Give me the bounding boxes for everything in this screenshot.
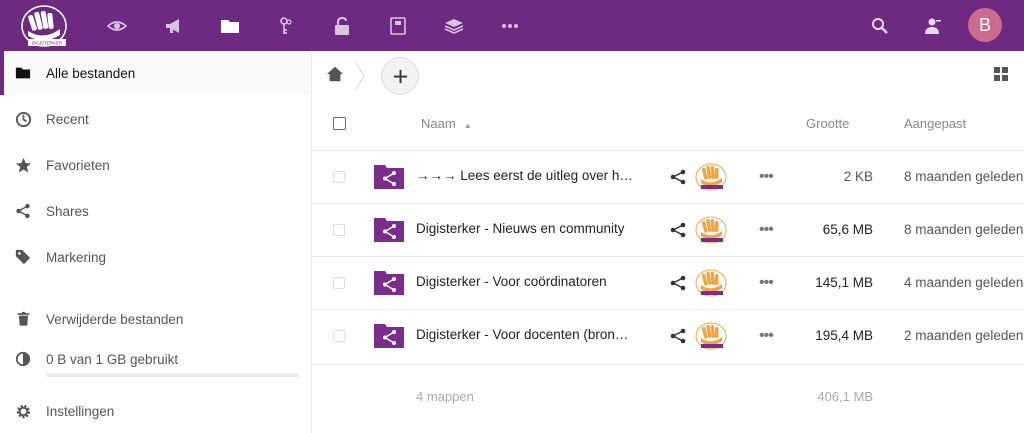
share-icon[interactable] xyxy=(670,169,686,185)
sidebar-item-recent[interactable]: Recent xyxy=(0,97,311,141)
app-navigation: Alle bestanden Recent Favorieten Shares … xyxy=(0,51,312,433)
share-icon xyxy=(14,202,32,220)
contacts-icon[interactable] xyxy=(920,13,946,39)
shared-folder-icon xyxy=(374,269,404,295)
share-icon[interactable] xyxy=(670,275,686,291)
file-size: 195,4 MB xyxy=(815,328,873,343)
sidebar-item-label: Favorieten xyxy=(46,157,110,173)
owner-avatar-icon xyxy=(695,268,727,298)
table-summary-row: 4 mappen 406,1 MB xyxy=(312,364,1024,404)
folder-icon xyxy=(14,64,32,82)
sidebar-item-label: Alle bestanden xyxy=(46,65,136,81)
row-actions-icon[interactable]: ••• xyxy=(759,222,777,238)
sidebar-item-shares[interactable]: Shares xyxy=(0,189,311,233)
file-size: 65,6 MB xyxy=(822,222,873,237)
table-row[interactable]: →→→ Lees eerst de uitleg over het delen … xyxy=(312,150,1024,203)
files-main: Naam ▲ Grootte Aangepast →→→ Lees eerst d… xyxy=(312,51,1024,433)
breadcrumb-separator xyxy=(354,61,366,91)
file-modified: 8 maanden geleden xyxy=(904,222,1024,237)
stack-icon[interactable] xyxy=(441,13,467,39)
star-icon xyxy=(14,156,32,174)
shared-folder-icon xyxy=(374,216,404,242)
owner-avatar-icon xyxy=(695,321,727,351)
column-header-name[interactable]: Naam ▲ xyxy=(421,116,472,131)
row-checkbox[interactable] xyxy=(333,171,345,183)
eye-icon[interactable] xyxy=(104,13,130,39)
trash-icon xyxy=(14,310,32,328)
top-header: DIGISTERKER B xyxy=(0,0,1024,51)
gear-icon xyxy=(14,402,32,420)
grid-view-toggle[interactable] xyxy=(993,66,1009,82)
total-size: 406,1 MB xyxy=(817,389,873,404)
clock-icon xyxy=(14,110,32,128)
file-name[interactable]: Digisterker - Voor coördinatoren xyxy=(416,274,638,289)
keys-icon[interactable] xyxy=(273,13,299,39)
column-header-size[interactable]: Grootte xyxy=(806,116,849,131)
sidebar-item-label: Shares xyxy=(46,203,89,219)
share-icon[interactable] xyxy=(670,222,686,238)
share-icon[interactable] xyxy=(670,328,686,344)
quota-text: 0 B van 1 GB gebruikt xyxy=(46,351,179,367)
table-row[interactable]: Digisterker - Nieuws en community ••• 65… xyxy=(312,203,1024,256)
table-row[interactable]: Digisterker - Voor docenten (bronmateria… xyxy=(312,309,1024,362)
sidebar-item-favorites[interactable]: Favorieten xyxy=(0,143,311,187)
grid-icon xyxy=(994,67,1008,81)
tag-icon xyxy=(14,248,32,266)
search-icon[interactable] xyxy=(867,13,893,39)
row-actions-icon[interactable]: ••• xyxy=(759,169,777,185)
row-actions-icon[interactable]: ••• xyxy=(759,275,777,291)
digisterker-logo[interactable]: DIGISTERKER xyxy=(20,3,70,49)
file-name[interactable]: Digisterker - Voor docenten (bronmateria… xyxy=(416,327,638,342)
select-all-checkbox[interactable] xyxy=(333,117,346,130)
sidebar-item-label: Recent xyxy=(46,111,89,127)
file-modified: 2 maanden geleden xyxy=(904,328,1024,343)
sidebar-item-label: Instellingen xyxy=(46,403,115,419)
owner-avatar-icon xyxy=(695,215,727,245)
table-row[interactable]: Digisterker - Voor coördinatoren ••• 145… xyxy=(312,256,1024,309)
owner-avatar-icon xyxy=(695,162,727,192)
row-checkbox[interactable] xyxy=(333,224,345,236)
user-avatar[interactable]: B xyxy=(968,8,1002,42)
row-actions-icon[interactable]: ••• xyxy=(759,328,777,344)
file-size: 2 KB xyxy=(843,169,873,184)
row-checkbox[interactable] xyxy=(333,277,345,289)
quota-progress-bar xyxy=(46,373,299,377)
file-modified: 8 maanden geleden xyxy=(904,169,1024,184)
shared-folder-icon xyxy=(374,163,404,189)
more-apps-icon[interactable] xyxy=(497,13,523,39)
file-name[interactable]: →→→ Lees eerst de uitleg over het delen … xyxy=(416,168,638,183)
megaphone-icon[interactable] xyxy=(161,13,187,39)
folder-count: 4 mappen xyxy=(416,389,474,404)
unlock-icon[interactable] xyxy=(329,13,355,39)
pie-chart-icon xyxy=(14,350,32,368)
sort-arrow-icon: ▲ xyxy=(463,121,472,130)
home-icon[interactable] xyxy=(326,65,346,85)
shared-folder-icon xyxy=(374,322,404,348)
row-checkbox[interactable] xyxy=(333,330,345,342)
folder-icon[interactable] xyxy=(217,13,243,39)
sidebar-item-settings[interactable]: Instellingen xyxy=(0,389,311,433)
file-name[interactable]: Digisterker - Nieuws en community xyxy=(416,221,638,236)
file-size: 145,1 MB xyxy=(815,275,873,290)
new-button[interactable] xyxy=(381,57,419,95)
sidebar-item-label: Markering xyxy=(46,249,107,265)
sidebar-item-deleted-files[interactable]: Verwijderde bestanden xyxy=(0,297,311,341)
sidebar-item-tags[interactable]: Markering xyxy=(0,235,311,279)
plus-icon xyxy=(393,69,407,83)
column-header-modified[interactable]: Aangepast xyxy=(904,116,966,131)
file-modified: 4 maanden geleden xyxy=(904,275,1024,290)
sidebar-item-label: Verwijderde bestanden xyxy=(46,311,184,327)
svg-text:DIGISTERKER: DIGISTERKER xyxy=(32,41,63,46)
sidebar-item-all-files[interactable]: Alle bestanden xyxy=(0,51,311,95)
book-icon[interactable] xyxy=(385,13,411,39)
